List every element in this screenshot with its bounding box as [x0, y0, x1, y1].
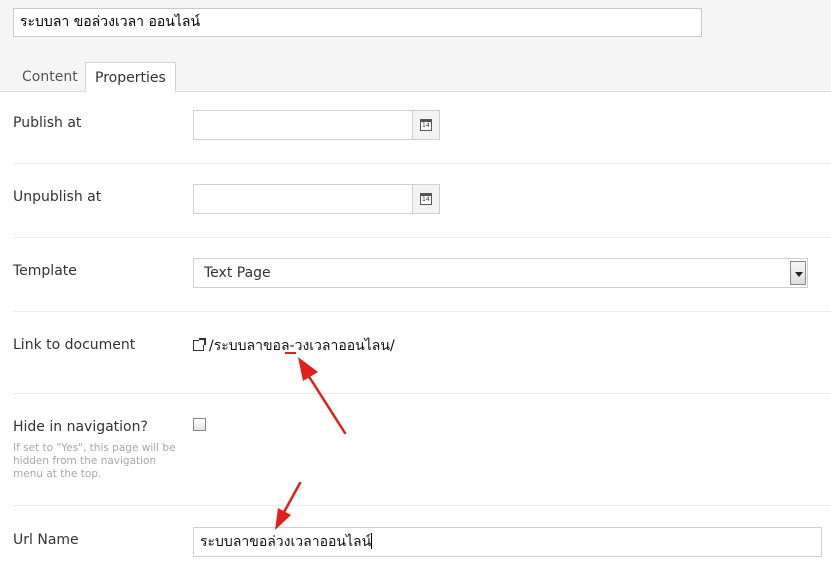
- template-selected-value: Text Page: [204, 265, 271, 281]
- row-divider: [13, 163, 831, 164]
- row-divider: [13, 393, 831, 394]
- hide-in-navigation-help: If set to "Yes", this page will be hidde…: [13, 442, 176, 480]
- page-name-input[interactable]: ระบบลา ขอล่วงเวลา ออนไลน์: [13, 8, 702, 37]
- calendar-icon-day: 14: [422, 122, 430, 129]
- document-link-text[interactable]: /ระบบลาขอล-วงเวลาออนไลน/: [209, 338, 395, 354]
- unpublish-at-calendar-button[interactable]: 14: [412, 185, 439, 213]
- link-to-document-label: Link to document: [13, 337, 136, 353]
- hyphen-highlight-mark: [285, 352, 296, 354]
- publish-at-input[interactable]: [194, 111, 413, 139]
- external-link-icon: [193, 338, 206, 351]
- url-name-label: Url Name: [13, 532, 79, 548]
- tab-content[interactable]: Content: [13, 62, 87, 93]
- hide-in-navigation-label: Hide in navigation?: [13, 419, 148, 435]
- tab-properties[interactable]: Properties: [85, 62, 176, 93]
- url-name-value: ระบบลาขอล่วงเวลาออนไลน์: [200, 534, 372, 550]
- publish-at-label: Publish at: [13, 115, 82, 131]
- arrow-to-link: [298, 357, 347, 435]
- template-select[interactable]: Text Page: [193, 258, 808, 288]
- unpublish-at-datepicker: 14: [193, 184, 440, 214]
- publish-at-calendar-button[interactable]: 14: [412, 111, 439, 139]
- chevron-down-icon[interactable]: [790, 261, 806, 285]
- publish-at-datepicker: 14: [193, 110, 440, 140]
- row-divider: [13, 505, 831, 506]
- calendar-icon: 14: [420, 193, 432, 205]
- unpublish-at-label: Unpublish at: [13, 189, 102, 205]
- row-divider: [13, 237, 831, 238]
- url-name-input[interactable]: ระบบลาขอล่วงเวลาออนไลน์: [193, 527, 822, 557]
- template-label: Template: [13, 263, 77, 279]
- calendar-icon: 14: [420, 119, 432, 131]
- unpublish-at-input[interactable]: [194, 185, 413, 213]
- top-area: ระบบลา ขอล่วงเวลา ออนไลน์ Content Proper…: [0, 0, 831, 93]
- calendar-icon-day: 14: [422, 196, 430, 203]
- hide-in-navigation-checkbox[interactable]: [193, 418, 206, 431]
- text-caret: [371, 533, 373, 549]
- row-divider: [13, 311, 831, 312]
- arrow-to-url-name: [275, 481, 302, 530]
